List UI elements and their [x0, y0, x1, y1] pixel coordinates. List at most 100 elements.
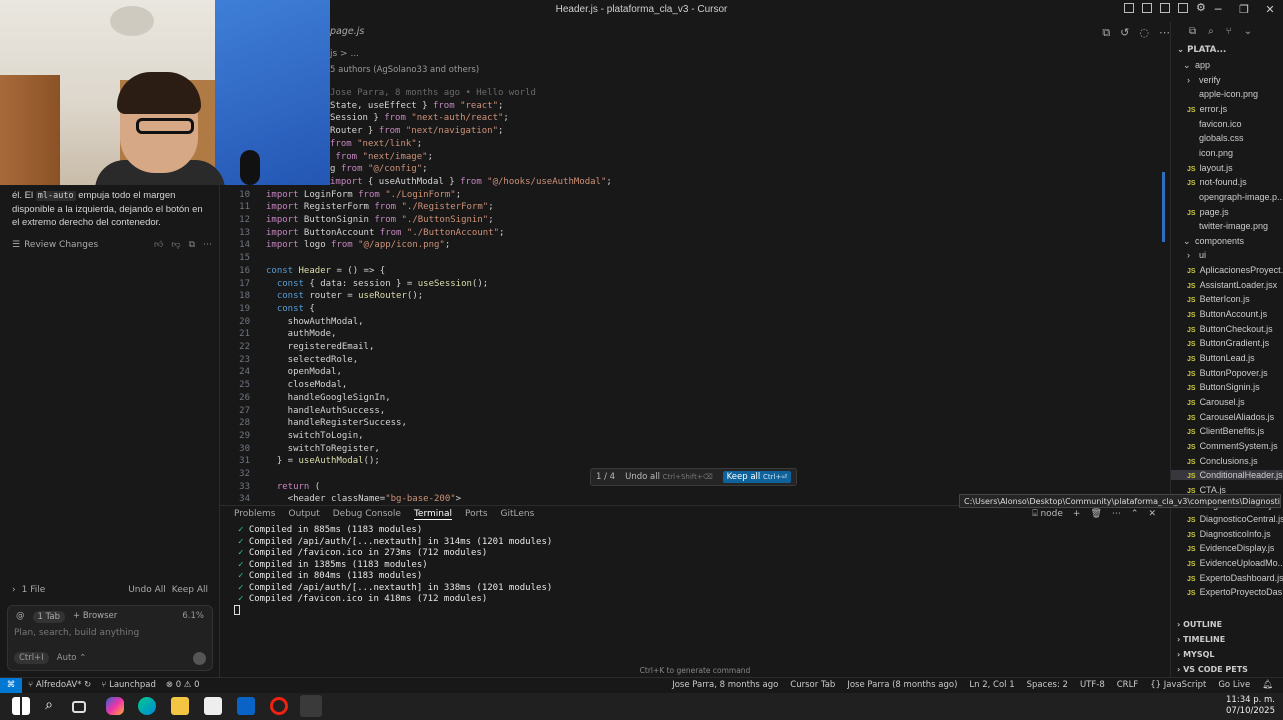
browser-context-chip[interactable]: + Browser — [73, 611, 117, 623]
file-item[interactable]: JS ExpertoDashboard.js — [1171, 573, 1283, 583]
more-icon[interactable]: ⋯ — [1112, 509, 1121, 519]
code-line[interactable]: const { — [266, 304, 315, 314]
file-item[interactable]: JS ButtonLead.js — [1171, 353, 1283, 363]
code-line[interactable]: <header className="bg-base-200"> — [266, 494, 461, 504]
file-item[interactable]: favicon.ico — [1171, 119, 1283, 129]
code-line[interactable]: handleGoogleSignIn, — [266, 393, 391, 403]
copy-icon[interactable]: ⧉ — [189, 240, 195, 250]
code-line[interactable]: switchToLogin, — [266, 431, 364, 441]
more-icon[interactable]: ⋯ — [203, 240, 212, 250]
file-item[interactable]: JS EvidenceUploadMo... — [1171, 558, 1283, 568]
indentation[interactable]: Spaces: 2 — [1027, 680, 1068, 690]
file-item[interactable]: JS page.js — [1171, 207, 1283, 217]
search-icon[interactable]: ⌕ — [1208, 26, 1214, 37]
file-item[interactable]: opengraph-image.p... — [1171, 192, 1283, 202]
model-selector[interactable]: Auto ⌃ — [57, 653, 87, 663]
tab-problems[interactable]: Problems — [234, 509, 275, 520]
history-icon[interactable]: ↺ — [1120, 26, 1129, 40]
code-line[interactable]: import { useAuthModal } from "@/hooks/us… — [330, 177, 612, 187]
folder-item[interactable]: ⌄ app — [1171, 60, 1283, 71]
code-line[interactable]: State, useEffect } from "react"; — [330, 101, 503, 111]
editor-area[interactable]: page.js ⧉ ↺ ◌ ⋯ js > ... 5 authors (AgSo… — [220, 22, 1170, 505]
folder-item[interactable]: ⌄ components — [1171, 236, 1283, 247]
code-line[interactable]: showAuthModal, — [266, 317, 364, 327]
task-view-icon[interactable] — [72, 701, 86, 713]
code-line[interactable]: openModal, — [266, 367, 342, 377]
maximize-button[interactable]: ❐ — [1231, 0, 1257, 22]
code-line[interactable]: import LoginForm from "./LoginForm"; — [266, 190, 461, 200]
code-line[interactable]: import ButtonAccount from "./ButtonAccou… — [266, 228, 504, 238]
file-item[interactable]: JS CommentSystem.js — [1171, 441, 1283, 451]
tab-terminal[interactable]: Terminal — [413, 509, 452, 520]
code-line[interactable]: switchToRegister, — [266, 444, 380, 454]
review-changes-button[interactable]: Review Changes — [24, 240, 98, 250]
file-item[interactable]: JS not-found.js — [1171, 177, 1283, 187]
code-line[interactable]: g from "@/config"; — [330, 164, 428, 174]
code-line[interactable]: Session } from "next-auth/react"; — [330, 113, 509, 123]
diff-counter[interactable]: 1 / 4 — [596, 472, 615, 482]
explorer-title[interactable]: ⌄ PLATA... — [1177, 45, 1226, 55]
language-mode[interactable]: {} JavaScript — [1150, 680, 1206, 690]
file-item[interactable]: JS AssistantLoader.jsx — [1171, 280, 1283, 290]
tab-output[interactable]: Output — [288, 509, 319, 520]
code-line[interactable]: import RegisterForm from "./RegisterForm… — [266, 202, 494, 212]
remote-indicator[interactable]: ⌘ — [0, 678, 22, 694]
new-terminal-icon[interactable]: + — [1073, 509, 1081, 519]
breadcrumb[interactable]: js > ... — [330, 49, 359, 59]
go-live-button[interactable]: Go Live — [1218, 680, 1250, 690]
file-item[interactable]: JS EvidenceDisplay.js — [1171, 543, 1283, 553]
chat-input[interactable]: Plan, search, build anything — [14, 628, 139, 638]
file-item[interactable]: JS DiagnosticoInfo.js — [1171, 529, 1283, 539]
file-item[interactable]: JS CarouselAliados.js — [1171, 412, 1283, 422]
file-item[interactable]: JS BetterIcon.js — [1171, 294, 1283, 304]
file-item[interactable]: JS AplicacionesProyect... — [1171, 265, 1283, 275]
tab-ports[interactable]: Ports — [465, 509, 488, 520]
cursor-position[interactable]: Ln 2, Col 1 — [969, 680, 1014, 690]
minimize-button[interactable]: ─ — [1205, 0, 1231, 22]
copilot-icon[interactable] — [106, 697, 124, 715]
file-item[interactable]: JS Conclusions.js — [1171, 456, 1283, 466]
folder-item[interactable]: › verify — [1171, 75, 1283, 85]
notifications-icon[interactable]: 🔔︎ — [1262, 680, 1273, 690]
file-item[interactable]: JS ButtonCheckout.js — [1171, 324, 1283, 334]
tab-gitlens[interactable]: GitLens — [501, 509, 535, 520]
store-icon[interactable] — [204, 697, 222, 715]
file-item[interactable]: JS ClientBenefits.js — [1171, 426, 1283, 436]
file-item[interactable]: JS layout.js — [1171, 163, 1283, 173]
branch-item[interactable]: ⑂ AlfredoAV* ↻ — [28, 680, 91, 690]
code-line[interactable]: selectedRole, — [266, 355, 358, 365]
file-explorer-icon[interactable] — [171, 697, 189, 715]
terminal-selector[interactable]: ⌸ node — [1032, 509, 1063, 519]
code-line[interactable]: authMode, — [266, 329, 337, 339]
opera-icon[interactable] — [270, 697, 288, 715]
split-icon[interactable]: ⧉ — [1102, 26, 1110, 40]
edge-icon[interactable] — [138, 697, 156, 715]
file-item[interactable]: icon.png — [1171, 148, 1283, 158]
search-icon[interactable]: ⌕ — [40, 697, 58, 715]
outlook-icon[interactable] — [237, 697, 255, 715]
keep-all-button[interactable]: Keep All — [172, 585, 208, 595]
system-clock[interactable]: 11:34 p. m. 07/10/2025 — [1226, 695, 1275, 717]
editor-tab[interactable]: page.js — [330, 26, 364, 37]
toggle-panel-icon[interactable] — [1160, 3, 1170, 13]
file-item[interactable]: JS ButtonGradient.js — [1171, 338, 1283, 348]
file-item[interactable]: JS Carousel.js — [1171, 397, 1283, 407]
file-item[interactable]: twitter-image.png — [1171, 221, 1283, 231]
terminal-output[interactable]: ✓ Compiled in 885ms (1183 modules) ✓ Comp… — [238, 525, 552, 606]
at-icon[interactable]: @ — [16, 611, 25, 623]
changed-files-count[interactable]: 1 File — [22, 585, 46, 595]
kill-terminal-icon[interactable]: 🗑︎ — [1090, 509, 1101, 519]
compare-icon[interactable]: ◌ — [1139, 26, 1149, 40]
undo-all-button[interactable]: Undo All — [128, 585, 166, 595]
blame-item[interactable]: Jose Parra, 8 months ago — [672, 680, 778, 690]
undo-all-button[interactable]: Undo all Ctrl+Shift+⌫ — [625, 472, 713, 482]
problems-item[interactable]: ⊗ 0 ⚠ 0 — [166, 680, 200, 690]
code-line[interactable]: return ( — [266, 482, 320, 492]
launchpad-item[interactable]: ⑂ Launchpad — [101, 680, 156, 690]
code-line[interactable]: handleRegisterSuccess, — [266, 418, 407, 428]
toggle-sidebar-icon[interactable] — [1142, 3, 1152, 13]
file-item[interactable]: JS ButtonAccount.js — [1171, 309, 1283, 319]
code-line[interactable]: from "next/link"; — [330, 139, 422, 149]
code-line[interactable]: const Header = () => { — [266, 266, 385, 276]
shield-icon[interactable] — [1124, 3, 1134, 13]
